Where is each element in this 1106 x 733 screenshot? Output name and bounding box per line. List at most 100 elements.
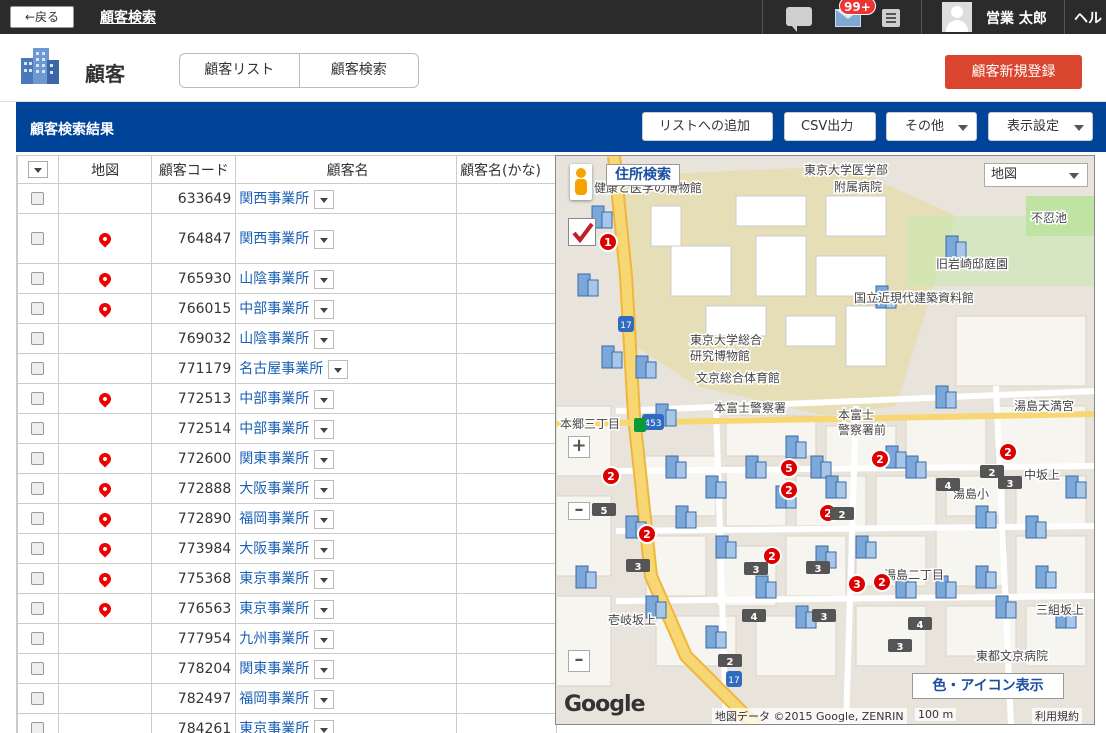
customer-name-link[interactable]: 大阪事業所 [239,481,309,497]
new-customer-button[interactable]: 顧客新規登録 [945,55,1082,89]
row-checkbox-cell[interactable] [17,563,59,594]
map-pin-cell[interactable] [57,183,153,214]
tab-customer-search[interactable]: 顧客検索 [298,54,419,87]
map-pin-cell[interactable] [57,213,153,264]
table-row[interactable]: 769032 山陰事業所 [17,323,557,354]
select-all-dropdown[interactable] [27,161,48,178]
zoom-out-button[interactable]: – [568,650,590,672]
table-row[interactable]: 773984 大阪事業所 [17,533,557,564]
customer-name-link[interactable]: 中部事業所 [239,301,309,317]
row-checkbox[interactable] [31,602,45,615]
customer-name-link[interactable]: 名古屋事業所 [239,361,323,377]
row-checkbox[interactable] [31,392,45,405]
row-menu-dropdown[interactable] [314,389,335,409]
row-menu-dropdown[interactable] [314,329,335,349]
row-checkbox[interactable] [31,572,45,585]
customer-name-link[interactable]: 関東事業所 [239,451,309,467]
row-checkbox-cell[interactable] [17,293,59,324]
other-menu-button[interactable]: その他 [886,112,977,141]
row-checkbox[interactable] [31,302,45,315]
table-row[interactable]: 633649 関西事業所 [17,183,557,214]
customer-name-link[interactable]: 福岡事業所 [239,691,309,707]
row-checkbox-cell[interactable] [17,593,59,624]
chat-icon[interactable] [786,7,812,32]
table-row[interactable]: 778204 関東事業所 [17,653,557,684]
map-pin-cell[interactable] [57,653,153,684]
row-checkbox-cell[interactable] [17,503,59,534]
column-header-name[interactable]: 顧客名 [235,155,458,184]
table-row[interactable]: 766015 中部事業所 [17,293,557,324]
zoom-in-button[interactable]: + [568,436,590,458]
map-pin-icon[interactable] [96,230,114,247]
table-row[interactable]: 772513 中部事業所 [17,383,557,414]
table-row[interactable]: 771179 名古屋事業所 [17,353,557,384]
row-checkbox[interactable] [31,272,45,285]
map-pin-cell[interactable] [57,563,153,594]
row-checkbox-cell[interactable] [17,683,59,714]
row-menu-dropdown[interactable] [314,479,335,499]
row-checkbox-cell[interactable] [17,213,59,264]
row-checkbox[interactable] [31,482,45,495]
customer-name-link[interactable]: 東京事業所 [239,571,309,587]
map-pin-icon[interactable] [96,480,114,497]
row-checkbox-cell[interactable] [17,623,59,654]
map-pin-cell[interactable] [57,683,153,714]
row-checkbox-cell[interactable] [17,443,59,474]
document-icon[interactable] [882,9,900,27]
row-checkbox[interactable] [31,692,45,705]
customer-name-link[interactable]: 九州事業所 [239,631,309,647]
map-pin-icon[interactable] [96,390,114,407]
table-row[interactable]: 772890 福岡事業所 [17,503,557,534]
row-menu-dropdown[interactable] [314,539,335,559]
map-canvas[interactable]: 東京大学医学部附属病院健康と医学の博物館旧岩崎邸庭園国立近現代建築資料館東京大学… [556,156,1095,725]
row-menu-dropdown[interactable] [314,599,335,619]
row-menu-dropdown[interactable] [314,689,335,709]
zoom-slider[interactable]: – [568,501,590,520]
pegman-icon[interactable] [570,164,592,200]
row-menu-dropdown[interactable] [314,449,335,469]
row-checkbox-cell[interactable] [17,263,59,294]
table-row[interactable]: 772888 大阪事業所 [17,473,557,504]
map-pin-cell[interactable] [57,713,153,733]
row-menu-dropdown[interactable] [314,659,335,679]
map-pin-cell[interactable] [57,473,153,504]
row-checkbox[interactable] [31,332,45,345]
map-pin-cell[interactable] [57,623,153,654]
map-pin-cell[interactable] [57,263,153,294]
row-checkbox[interactable] [31,232,45,245]
back-button[interactable]: ←戻る [10,6,74,28]
row-checkbox-cell[interactable] [17,183,59,214]
row-menu-dropdown[interactable] [314,719,335,733]
table-row[interactable]: 782497 福岡事業所 [17,683,557,714]
table-row[interactable]: 776563 東京事業所 [17,593,557,624]
csv-export-button[interactable]: CSV出力 [784,112,876,141]
map-pin-cell[interactable] [57,533,153,564]
row-checkbox[interactable] [31,452,45,465]
row-checkbox-cell[interactable] [17,713,59,733]
row-menu-dropdown[interactable] [314,509,335,529]
row-menu-dropdown[interactable] [314,269,335,289]
row-checkbox[interactable] [31,192,45,205]
row-checkbox-cell[interactable] [17,323,59,354]
table-row[interactable]: 784261 東京事業所 [17,713,557,733]
row-checkbox[interactable] [31,632,45,645]
row-menu-dropdown[interactable] [314,189,335,209]
add-to-list-button[interactable]: リストへの追加 [642,112,773,141]
map-pin-cell[interactable] [57,443,153,474]
table-row[interactable]: 764847 関西事業所 [17,213,557,264]
customer-name-link[interactable]: 東京事業所 [239,601,309,617]
map-checkbox[interactable] [568,218,596,246]
customer-name-link[interactable]: 山陰事業所 [239,271,309,287]
customer-name-link[interactable]: 大阪事業所 [239,541,309,557]
table-row[interactable]: 772600 関東事業所 [17,443,557,474]
map-pin-icon[interactable] [96,600,114,617]
column-header-code[interactable]: 顧客コード [151,155,237,184]
map-type-select[interactable]: 地図 [984,163,1088,187]
avatar[interactable] [942,2,972,32]
color-icon-display-button[interactable]: 色・アイコン表示 [912,673,1064,699]
row-checkbox[interactable] [31,512,45,525]
help-link[interactable]: ヘル [1074,8,1102,28]
customer-name-link[interactable]: 関西事業所 [239,191,309,207]
terms-link[interactable]: 利用規約 [1032,708,1082,724]
row-checkbox-cell[interactable] [17,533,59,564]
